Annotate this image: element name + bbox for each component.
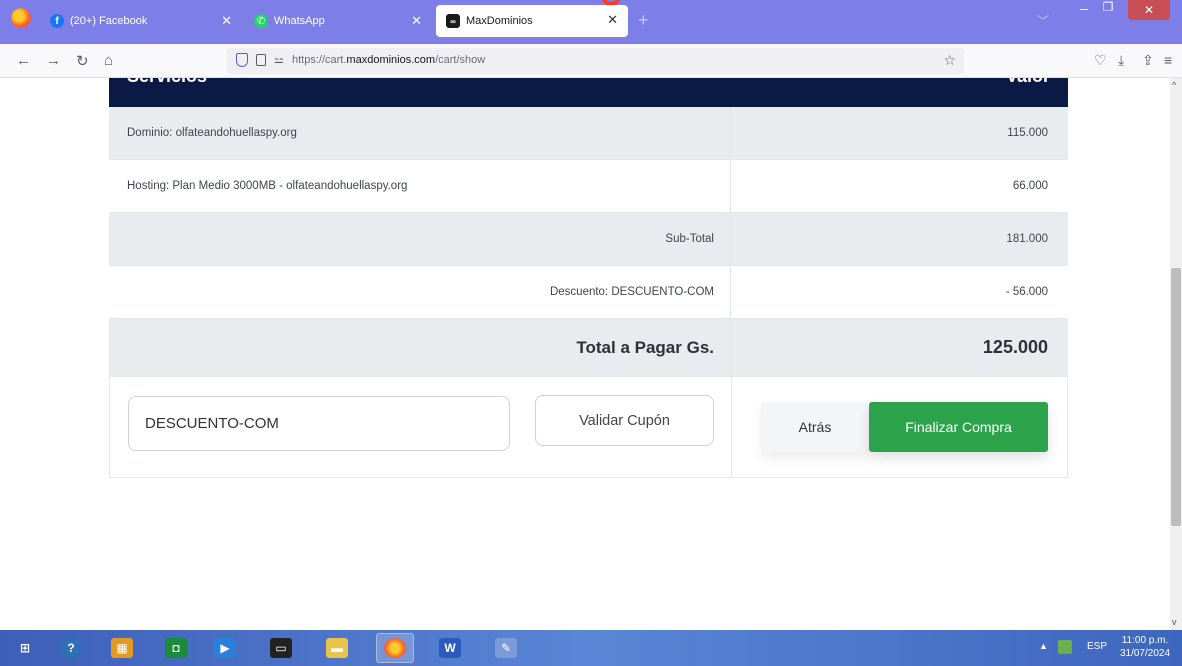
tab-whatsapp[interactable]: ✆ WhatsApp ✕ [244, 6, 432, 36]
taskbar-firefox[interactable] [376, 633, 414, 663]
facebook-icon: f [50, 14, 64, 28]
forward-arrow-icon[interactable]: → [46, 52, 61, 69]
show-hidden-icons-icon[interactable]: ▲ [1039, 641, 1048, 651]
bookmark-star-icon[interactable]: ☆ [943, 52, 956, 69]
network-icon[interactable] [1058, 640, 1072, 654]
tab-maxdominios[interactable]: ∞ MaxDominios ✕ [436, 5, 628, 37]
clock[interactable]: 11:00 p.m. 31/07/2024 [1114, 634, 1176, 660]
clock-time: 11:00 p.m. [1121, 635, 1169, 646]
app-grid-icon: ▦ [111, 638, 133, 658]
minimize-window-icon[interactable]: – [1072, 0, 1096, 20]
app-menu-icon[interactable]: ≡ [1164, 52, 1172, 68]
windows-logo-icon: ⊞ [19, 641, 31, 655]
home-icon[interactable]: ⌂ [104, 52, 113, 69]
checkout-actions: Atrás Finalizar Compra [732, 377, 1067, 477]
media-icon: ▶ [214, 638, 236, 658]
item-value: 115.000 [1007, 127, 1048, 139]
close-window-icon[interactable]: ✕ [1128, 0, 1170, 20]
finish-purchase-button[interactable]: Finalizar Compra [869, 402, 1048, 452]
clock-date: 31/07/2024 [1119, 648, 1171, 659]
scroll-up-arrow-icon[interactable]: ^ [1172, 80, 1176, 90]
url-text[interactable]: https://cart.maxdominios.com/cart/show [292, 54, 485, 66]
word-icon: W [439, 638, 461, 658]
total-row: Total a Pagar Gs. 125.000 [109, 319, 1068, 377]
cart-table-header: Servicios Valor [109, 78, 1068, 107]
table-row: Dominio: olfateandohuellaspy.org 115.000 [109, 107, 1068, 160]
taskbar-terminal[interactable]: ▭ [262, 633, 300, 663]
total-label: Total a Pagar Gs. [109, 319, 731, 376]
subtotal-row: Sub-Total 181.000 [109, 213, 1068, 266]
start-button[interactable]: ⊞ [6, 633, 44, 663]
navigation-bar: ← → ↻ ⌂ ⚍ https://cart.maxdominios.com/c… [0, 44, 1182, 78]
discount-value: - 56.000 [1005, 286, 1048, 298]
terminal-icon: ▭ [270, 638, 292, 658]
header-value: Valor [1006, 78, 1050, 87]
paint-palette-icon: ✎ [495, 638, 517, 658]
coupon-area: Validar Cupón [110, 377, 732, 477]
validate-coupon-button[interactable]: Validar Cupón [535, 395, 714, 446]
tab-facebook[interactable]: f (20+) Facebook ✕ [40, 6, 242, 36]
coupon-input[interactable] [128, 396, 510, 451]
discount-row: Descuento: DESCUENTO-COM - 56.000 [109, 266, 1068, 319]
item-description: Hosting: Plan Medio 3000MB - olfateandoh… [109, 160, 731, 212]
browser-tab-strip: f (20+) Facebook ✕ ✆ WhatsApp ✕ ∞ MaxDom… [0, 0, 1182, 44]
subtotal-label: Sub-Total [109, 213, 731, 265]
whatsapp-icon: ✆ [254, 14, 268, 28]
list-all-tabs-icon[interactable]: ﹀ [1037, 12, 1049, 29]
item-value: 66.000 [1012, 180, 1048, 192]
share-icon[interactable]: ⇪ [1142, 52, 1154, 69]
restore-window-icon[interactable]: ❐ [1096, 0, 1120, 20]
total-value: 125.000 [982, 337, 1048, 357]
close-tab-icon[interactable]: ✕ [411, 13, 422, 29]
permissions-icon[interactable]: ⚍ [274, 53, 284, 66]
windows-taskbar: ⊞ ? ▦ ◘ ▶ ▭ ▬ W ✎ ▲ ESP 11:00 p.m. 31/07… [0, 630, 1182, 666]
scroll-down-arrow-icon[interactable]: v [1172, 617, 1177, 627]
back-arrow-icon[interactable]: ← [16, 52, 31, 69]
address-bar[interactable]: ⚍ https://cart.maxdominios.com/cart/show… [226, 48, 964, 74]
help-icon: ? [60, 638, 82, 658]
input-language[interactable]: ESP [1087, 641, 1107, 652]
scrollbar-thumb[interactable] [1171, 268, 1181, 526]
taskbar-store[interactable]: ◘ [157, 633, 195, 663]
store-icon: ◘ [165, 638, 187, 658]
lock-icon[interactable] [256, 54, 266, 66]
tab-title: MaxDominios [466, 15, 533, 27]
actions-row: Validar Cupón Atrás Finalizar Compra [109, 377, 1068, 478]
back-button[interactable]: Atrás [761, 402, 869, 452]
firefox-icon [384, 638, 406, 658]
firefox-menu-icon[interactable] [11, 8, 31, 28]
taskbar-app-grid[interactable]: ▦ [103, 633, 141, 663]
item-description: Dominio: olfateandohuellaspy.org [109, 107, 731, 159]
close-tab-icon[interactable]: ✕ [221, 13, 232, 29]
cart-table: Servicios Valor Dominio: olfateandohuell… [109, 78, 1068, 478]
taskbar-word[interactable]: W [431, 633, 469, 663]
reload-icon[interactable]: ↻ [76, 52, 89, 70]
tab-title: (20+) Facebook [70, 15, 148, 27]
tab-title: WhatsApp [274, 15, 325, 27]
pocket-icon[interactable]: ♡ [1094, 52, 1107, 69]
page-viewport: Servicios Valor Dominio: olfateandohuell… [0, 78, 1170, 630]
table-row: Hosting: Plan Medio 3000MB - olfateandoh… [109, 160, 1068, 213]
subtotal-value: 181.000 [1006, 233, 1048, 245]
close-tab-icon[interactable]: ✕ [607, 12, 618, 28]
folder-icon: ▬ [326, 638, 348, 658]
taskbar-help[interactable]: ? [52, 633, 90, 663]
taskbar-file-explorer[interactable]: ▬ [318, 633, 356, 663]
tracking-protection-shield-icon[interactable] [236, 53, 248, 67]
new-tab-icon[interactable]: + [638, 10, 649, 31]
discount-label: Descuento: DESCUENTO-COM [109, 266, 731, 318]
downloads-icon[interactable]: ⤓ [1118, 52, 1124, 69]
maxdominios-icon: ∞ [446, 14, 460, 28]
taskbar-paint[interactable]: ✎ [487, 633, 525, 663]
header-services: Servicios [127, 78, 207, 87]
taskbar-media[interactable]: ▶ [206, 633, 244, 663]
